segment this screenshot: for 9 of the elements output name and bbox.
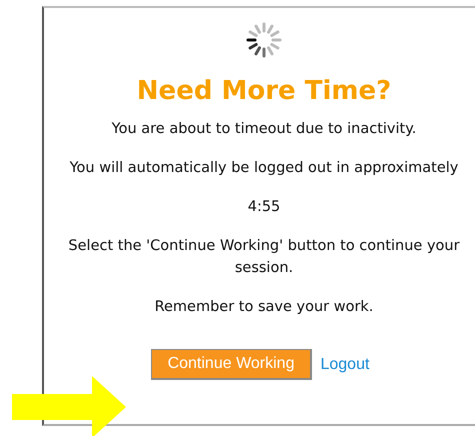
- loading-spinner-icon: [246, 22, 282, 58]
- dialog-title: Need More Time?: [136, 76, 392, 106]
- message-text: You will automatically be logged out in approximately: [68, 159, 460, 178]
- message-text: Remember to save your work.: [154, 298, 374, 317]
- continue-working-button[interactable]: Continue Working: [150, 349, 312, 380]
- logout-link[interactable]: Logout: [320, 356, 370, 374]
- message-text: You are about to timeout due to inactivity.: [110, 120, 418, 139]
- message-text: Select the 'Continue Working' button to continue your session.: [67, 237, 461, 278]
- message-text: 4:55: [246, 198, 282, 217]
